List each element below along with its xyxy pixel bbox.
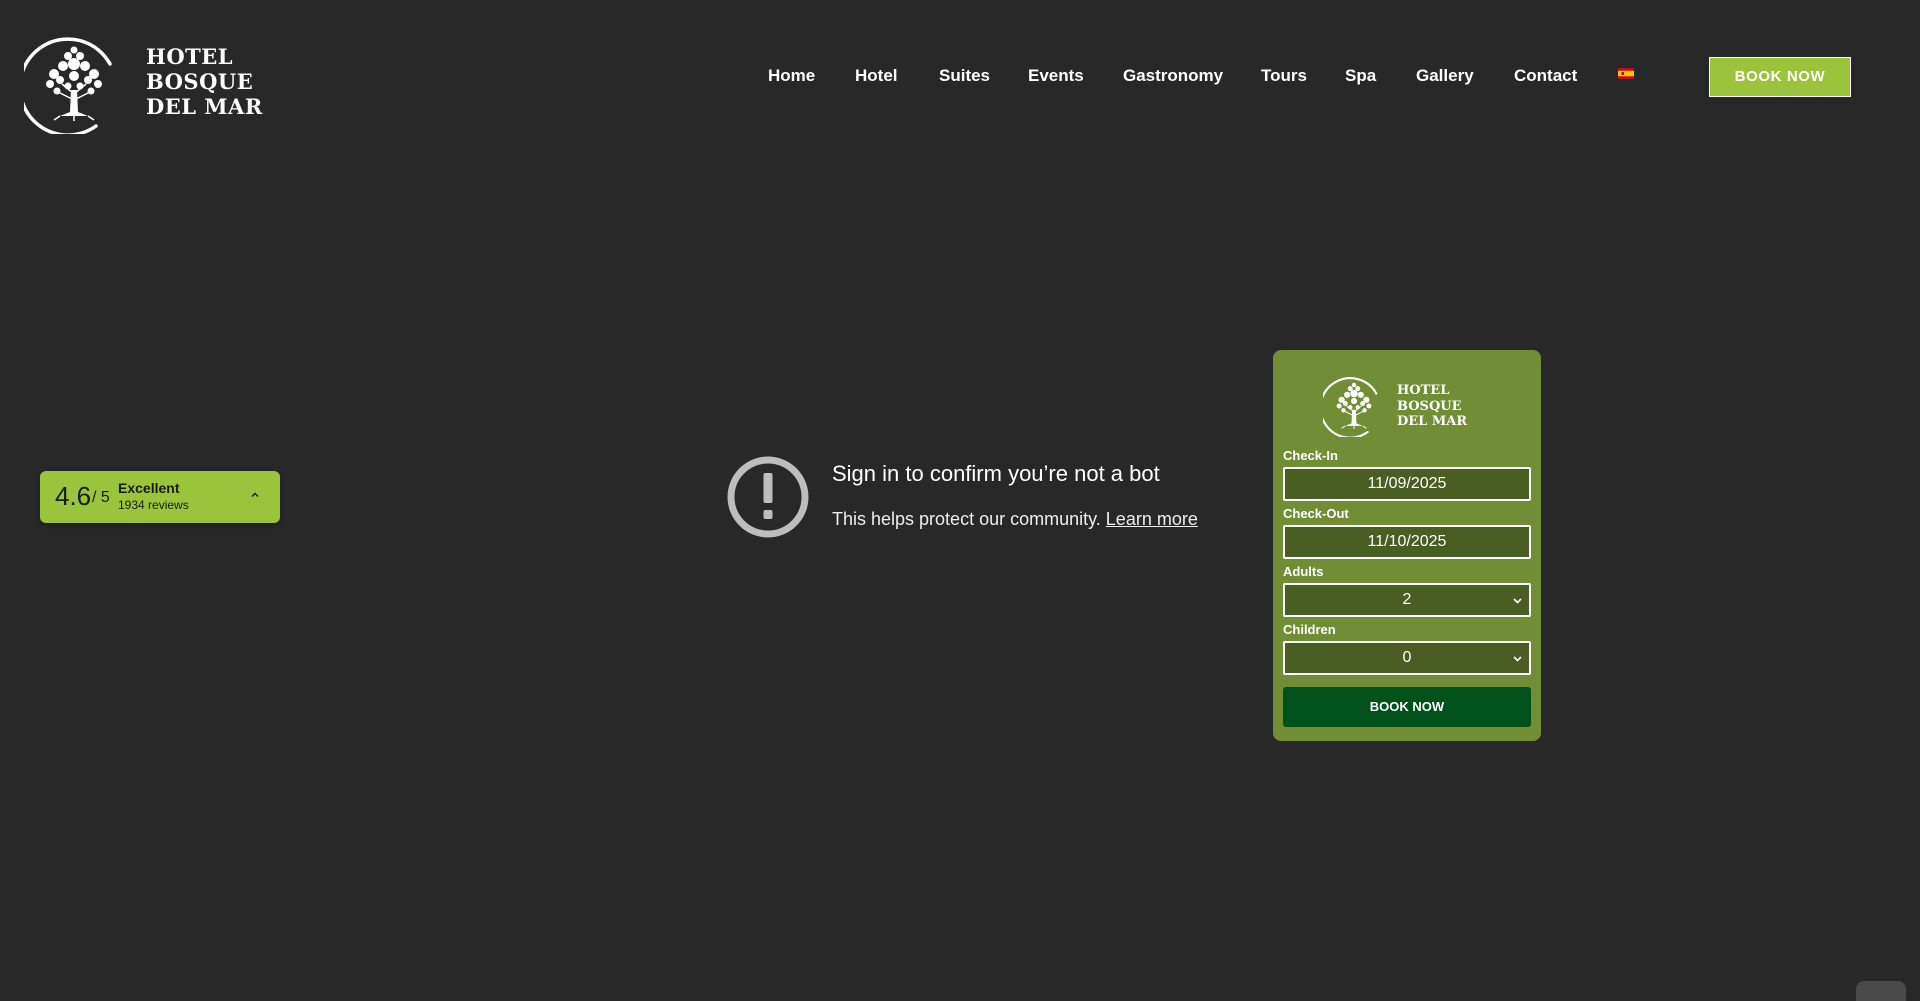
brand-line: DEL MAR xyxy=(146,94,263,119)
nav-tours[interactable]: Tours xyxy=(1261,66,1307,86)
checkout-input[interactable]: 11/10/2025 xyxy=(1283,525,1531,559)
nav-contact[interactable]: Contact xyxy=(1514,66,1577,86)
checkout-label: Check-Out xyxy=(1283,506,1349,521)
bot-check-message: This helps protect our community. xyxy=(832,509,1101,529)
nav-hotel[interactable]: Hotel xyxy=(855,66,898,86)
book-now-button[interactable]: BOOK NOW xyxy=(1709,57,1851,97)
checkin-label: Check-In xyxy=(1283,448,1338,463)
checkin-input[interactable]: 11/09/2025 xyxy=(1283,467,1531,501)
booking-submit-button[interactable]: BOOK NOW xyxy=(1283,687,1531,727)
brand-line: HOTEL xyxy=(146,44,234,69)
adults-value: 2 xyxy=(1402,591,1412,608)
brand-line: BOSQUE xyxy=(146,69,254,94)
children-value: 0 xyxy=(1402,649,1412,666)
alert-circle-icon xyxy=(727,456,809,538)
rating-label: Excellent xyxy=(118,480,180,496)
bot-check-text: This helps protect our community. Learn … xyxy=(832,507,1198,531)
nav-spa[interactable]: Spa xyxy=(1345,66,1376,86)
bot-check-title: Sign in to confirm you’re not a bot xyxy=(832,461,1160,486)
brand-logo[interactable]: HOTEL BOSQUE DEL MAR xyxy=(24,34,264,134)
booking-brand-name: HOTEL BOSQUE DEL MAR xyxy=(1397,383,1467,430)
rating-count: 1934 reviews xyxy=(118,498,189,512)
nav-gallery[interactable]: Gallery xyxy=(1416,66,1474,86)
spain-flag-icon[interactable] xyxy=(1618,68,1634,79)
site-header: HOTEL BOSQUE DEL MAR Home Hotel Suites E… xyxy=(0,0,1920,160)
children-label: Children xyxy=(1283,622,1336,637)
adults-label: Adults xyxy=(1283,564,1324,579)
chevron-down-icon xyxy=(1513,598,1522,604)
brand-line: BOSQUE xyxy=(1397,398,1462,414)
nav-events[interactable]: Events xyxy=(1028,66,1084,86)
tree-logo-icon xyxy=(24,34,124,134)
rating-badge[interactable]: 4.6 / 5 Excellent 1934 reviews xyxy=(40,471,280,523)
rating-out-of: / 5 xyxy=(92,489,110,506)
nav-home[interactable]: Home xyxy=(768,66,815,86)
chevron-up-icon[interactable] xyxy=(250,490,260,500)
booking-logo: HOTEL BOSQUE DEL MAR xyxy=(1323,375,1483,437)
children-select[interactable]: 0 xyxy=(1283,641,1531,675)
learn-more-link[interactable]: Learn more xyxy=(1106,509,1198,529)
tree-logo-icon xyxy=(1323,375,1385,437)
brand-line: HOTEL xyxy=(1397,383,1450,398)
adults-select[interactable]: 2 xyxy=(1283,583,1531,617)
booking-widget: HOTEL BOSQUE DEL MAR Check-In 11/09/2025… xyxy=(1273,350,1541,741)
brand-line: DEL MAR xyxy=(1397,414,1468,429)
chevron-down-icon xyxy=(1513,656,1522,662)
brand-name: HOTEL BOSQUE DEL MAR xyxy=(146,44,263,119)
nav-suites[interactable]: Suites xyxy=(939,66,990,86)
scroll-to-top-button[interactable] xyxy=(1856,981,1906,1001)
nav-gastronomy[interactable]: Gastronomy xyxy=(1123,66,1223,86)
rating-score: 4.6 xyxy=(55,481,92,511)
